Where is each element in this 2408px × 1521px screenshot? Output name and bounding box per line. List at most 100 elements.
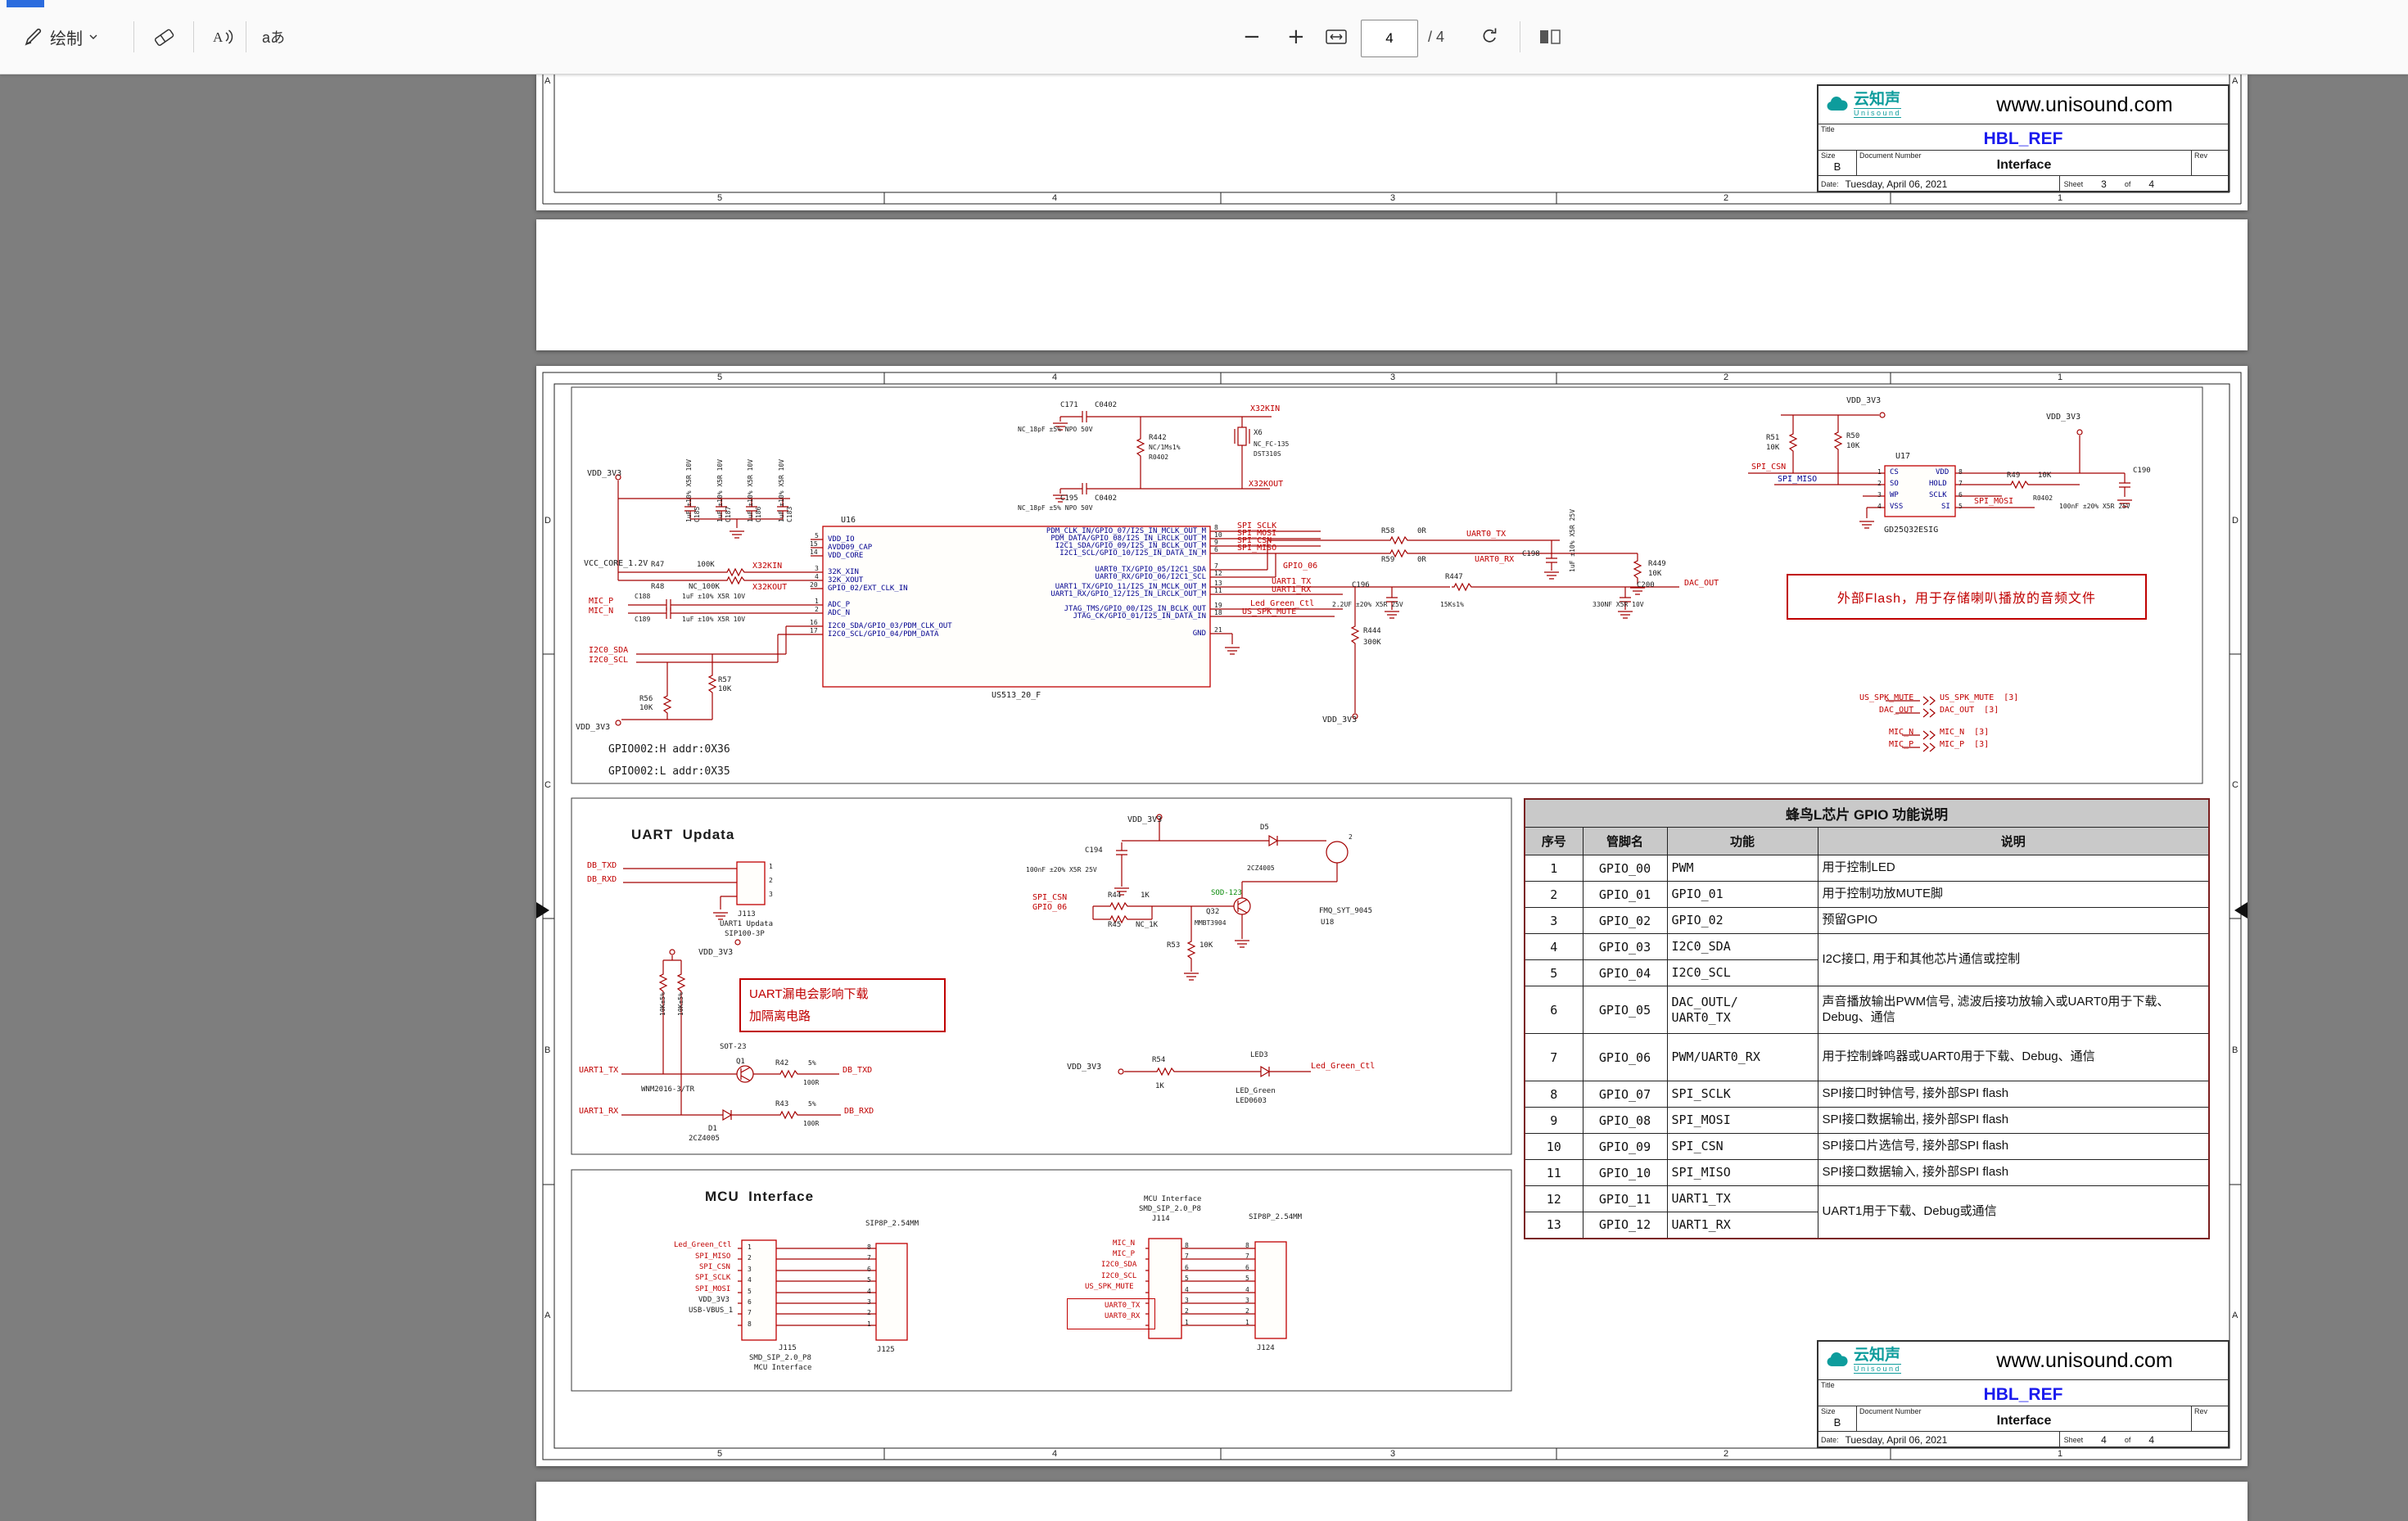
gpio-cell: GPIO_10 [1583,1160,1667,1186]
pdf-page-3-bottom: 54321AA 云知声 Unisound www.unisound.com Ti… [536,74,2248,210]
draw-tool-button[interactable]: 绘制 [18,0,103,74]
page-number-input[interactable] [1361,20,1418,57]
schematic-label: I2C0_SDA/GPIO_03/PDM_CLK_OUT [828,623,952,630]
zoom-out-button[interactable]: − [1238,0,1266,74]
schematic-label: 4 [1245,1287,1249,1293]
schematic-label: 2CZ4005 [1247,865,1275,872]
schematic-label: UART0_RX/GPIO_06/I2C1_SCL [1096,574,1206,581]
schematic-label: 4 [1877,503,1882,510]
schematic-label: FMQ_SYT_9045 [1319,908,1372,915]
schematic-label: GPIO_06 [1032,904,1067,912]
schematic-label: 4 [815,574,819,580]
schematic-label: R43 [775,1101,788,1108]
translate-button[interactable]: aあ [257,0,290,74]
schematic-label: GPIO_06 [1283,562,1317,571]
doc-name: HBL_REF [1818,1380,2228,1405]
gpio-cell: 3 [1525,908,1583,934]
schematic-label: R45 [1108,922,1121,929]
schematic-label: 2 [1349,834,1353,841]
schematic-label: 1 [1245,1320,1249,1326]
schematic-label: 3 [815,566,819,572]
gpio-cell: SPI_CSN [1667,1134,1818,1160]
pdf-scroll-area[interactable]: 54321AA 云知声 Unisound www.unisound.com Ti… [0,74,2408,1521]
schematic-label: C171 [1060,402,1078,409]
schematic-label: 15Ks1% [1440,602,1464,608]
schematic-label: 1K [1155,1083,1164,1090]
schematic-label: SPI_MISO [1778,476,1817,484]
schematic-label: 1 [748,1244,752,1251]
frame-marker: A [544,77,550,86]
pdf-page-4: VDD_3V31uF ±10% X5R 10VC1851uF ±10% X5R … [536,366,2248,1466]
schematic-label: 7 [1214,563,1218,570]
title-label: Title [1821,1381,1835,1389]
schematic-label: 6 [1245,1265,1249,1271]
schematic-label: 10K [718,686,731,693]
frame-marker: 5 [717,1450,722,1459]
schematic-label: 17 [810,628,818,634]
schematic-label: 2CZ4005 [689,1135,720,1143]
schematic-label: MIC_N [589,607,613,616]
gpio-cell: GPIO_02 [1583,908,1667,934]
schematic-label: R54 [1152,1057,1165,1064]
page-view-button[interactable] [1533,0,1567,74]
schematic-label: 7 [1958,481,1963,487]
schematic-label: 10K [1846,443,1859,450]
size-value: B [1818,160,1856,173]
company-url: www.unisound.com [1941,93,2228,117]
schematic-label: UART1_RX/GPIO_12/I2S_IN_LRCLK_OUT_M [1050,591,1206,598]
schematic-label: US_SPK_MUTE [3] [1940,694,2018,702]
schematic-label: MMBT3904 [1195,920,1227,927]
schematic-label: MIC_P [589,598,613,606]
schematic-label: VDD_3V3 [576,724,610,732]
toolbar-separator [133,21,134,52]
of-label: of [2125,180,2131,188]
unisound-logo: 云知声 Unisound [1818,92,1941,119]
schematic-label: R48 [651,584,664,591]
fit-width-button[interactable] [1320,0,1353,74]
schematic-label: ADC_P [828,602,850,609]
eraser-button[interactable] [147,0,180,74]
schematic-label: 18 [1214,610,1222,616]
chevron-down-icon [88,34,98,40]
schematic-label: 5 [867,1277,871,1284]
zoom-in-button[interactable]: + [1282,0,1310,74]
schematic-label: GPIO_02/EXT_CLK_IN [828,585,908,593]
schematic-label: R444 [1363,628,1381,635]
gpio-cell: 声音播放输出PWM信号, 滤波后接功放输入或UART0用于下载、Debug、通信 [1818,986,2209,1034]
frame-marker: 1 [2058,373,2062,382]
schematic-label: 10K [1648,571,1661,578]
schematic-label: J124 [1257,1345,1275,1352]
schematic-label: 5 [815,533,819,539]
schematic-label: 2 [748,1255,752,1261]
schematic-label: R47 [651,562,664,569]
schematic-label: 10K±5% [660,992,666,1016]
date-value: Tuesday, April 06, 2021 [1846,1434,1948,1446]
gpio-cell: 用于控制功放MUTE脚 [1818,882,2209,908]
rotate-button[interactable] [1474,0,1505,74]
frame-marker: 3 [1390,373,1395,382]
cloud-logo-icon [1825,1352,1850,1370]
schematic-label: NC_FC-135 [1254,441,1289,448]
schematic-label: SPI_CSN [1751,463,1786,472]
schematic-label: 8 [748,1321,752,1328]
schematic-label: 5% [808,1060,816,1067]
schematic-label: UART Updata [631,828,734,842]
schematic-label: C185 [694,507,701,522]
schematic-label: 1 [815,598,819,605]
schematic-label: C198 [1522,551,1540,558]
schematic-label: VDD_3V3 [1127,816,1162,824]
sheet-number: 3 [2101,178,2107,190]
sheet-total: 4 [2148,1434,2154,1446]
schematic-label: R51 [1766,435,1779,442]
gpio-cell: UART1用于下载、Debug或通信 [1818,1186,2209,1239]
frame-marker: 3 [1390,1450,1395,1459]
schematic-label: VDD_3V3 [587,470,621,478]
schematic-label: WP [1890,492,1899,499]
schematic-label: MIC_N [1889,729,1913,737]
schematic-label: SMD_SIP_2.0_P8 [749,1355,811,1362]
gpio-cell: 12 [1525,1186,1583,1212]
schematic-label: VDD_CORE [828,553,863,560]
read-aloud-button[interactable]: A [206,0,239,74]
schematic-label: SIP100-3P [725,931,765,938]
schematic-label: 3 [1877,492,1882,499]
